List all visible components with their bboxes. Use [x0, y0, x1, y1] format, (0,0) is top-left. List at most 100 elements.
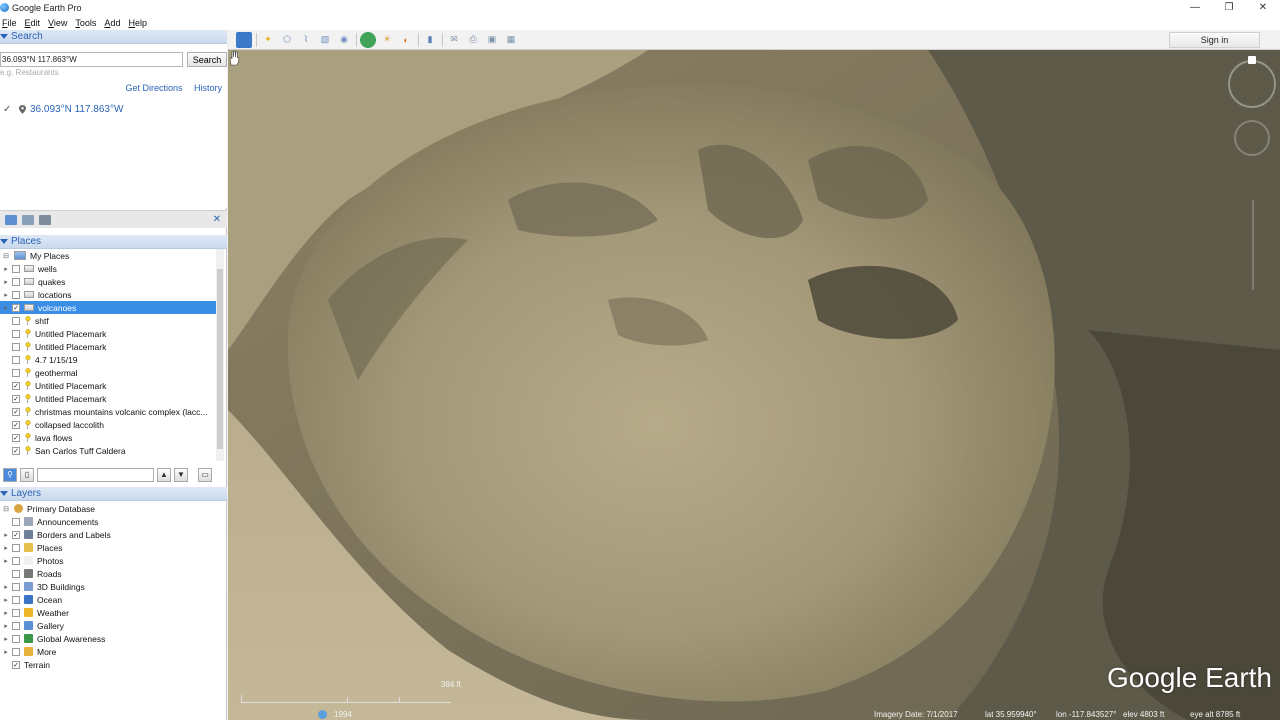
layers-row[interactable]: ▸ ✓ Borders and Labels: [0, 528, 227, 541]
layers-row[interactable]: Announcements: [0, 515, 227, 528]
save-image-icon[interactable]: ▣: [484, 32, 500, 48]
sunlight-icon[interactable]: ☀: [379, 32, 395, 48]
minimize-button[interactable]: —: [1178, 0, 1212, 15]
layer-checkbox[interactable]: [12, 556, 20, 565]
layer-checkbox[interactable]: ✓: [12, 530, 20, 539]
expand-icon[interactable]: ▸: [2, 609, 10, 617]
expand-icon[interactable]: ▸: [2, 583, 10, 591]
email-icon[interactable]: [5, 214, 17, 225]
places-row[interactable]: geothermal: [0, 366, 227, 379]
menu-edit[interactable]: Edit: [25, 18, 47, 28]
copy-icon[interactable]: [22, 214, 34, 225]
layers-row[interactable]: ▸ More: [0, 645, 227, 658]
visibility-checkbox[interactable]: ✓: [12, 433, 20, 442]
add-path-icon[interactable]: ⌇: [298, 32, 314, 48]
layer-checkbox[interactable]: [12, 634, 20, 643]
print-icon[interactable]: [39, 214, 51, 225]
image-overlay-icon[interactable]: ▧: [317, 32, 333, 48]
search-input[interactable]: [0, 52, 183, 67]
layers-row[interactable]: ▸ Gallery: [0, 619, 227, 632]
layer-checkbox[interactable]: [12, 621, 20, 630]
menu-add[interactable]: Add: [104, 18, 126, 28]
expand-icon[interactable]: ⊟: [2, 505, 10, 513]
places-row[interactable]: ▸ ✓ volcanoes: [0, 301, 216, 314]
map-view[interactable]: Google Earth 384 ft 1994 Imagery Date: 7…: [228, 50, 1280, 720]
add-polygon-icon[interactable]: ⬠: [279, 32, 295, 48]
layers-row[interactable]: ⊟ Primary Database: [0, 502, 227, 515]
close-window-button[interactable]: ✕: [1246, 0, 1280, 15]
layer-checkbox[interactable]: ✓: [12, 660, 20, 669]
visibility-checkbox[interactable]: [12, 342, 20, 351]
expand-icon[interactable]: ▸: [2, 278, 10, 286]
places-row[interactable]: ✓ christmas mountains volcanic complex (l…: [0, 405, 227, 418]
visibility-checkbox[interactable]: ✓: [12, 407, 20, 416]
places-row[interactable]: shtf: [0, 314, 227, 327]
email-toolbar-icon[interactable]: ✉: [446, 32, 462, 48]
expand-icon[interactable]: ▸: [2, 304, 10, 312]
visibility-checkbox[interactable]: [12, 329, 20, 338]
places-row[interactable]: ⊟ My Places: [0, 249, 227, 262]
places-row[interactable]: Untitled Placemark: [0, 327, 227, 340]
zoom-slider[interactable]: [1252, 200, 1254, 290]
visibility-checkbox[interactable]: [12, 368, 20, 377]
search-header[interactable]: Search: [0, 30, 227, 44]
layers-row[interactable]: Roads: [0, 567, 227, 580]
expand-icon[interactable]: ⊟: [2, 252, 10, 260]
expand-icon[interactable]: ▸: [2, 596, 10, 604]
layer-checkbox[interactable]: [12, 569, 20, 578]
search-button[interactable]: Search: [187, 52, 227, 67]
sign-in-button[interactable]: Sign in: [1169, 32, 1260, 48]
search-result[interactable]: ✓ 36.093°N 117.863°W: [0, 104, 227, 115]
places-row[interactable]: ▸ locations: [0, 288, 227, 301]
planets-icon[interactable]: ◐: [398, 32, 414, 48]
layers-header[interactable]: Layers: [0, 487, 227, 501]
places-row[interactable]: ✓ collapsed laccolith: [0, 418, 227, 431]
places-row[interactable]: ✓ Untitled Placemark: [0, 392, 227, 405]
places-row[interactable]: 4.7 1/15/19: [0, 353, 227, 366]
layers-row[interactable]: ▸ Places: [0, 541, 227, 554]
historical-imagery-icon[interactable]: [360, 31, 376, 48]
layers-row[interactable]: ▸ Weather: [0, 606, 227, 619]
record-tour-icon[interactable]: ◉: [336, 32, 352, 48]
restore-button[interactable]: ❐: [1212, 0, 1246, 15]
expand-icon[interactable]: ▸: [2, 635, 10, 643]
view-in-maps-icon[interactable]: ▦: [503, 32, 519, 48]
panel-toggle-icon[interactable]: ▯: [20, 468, 34, 482]
close-panel-icon[interactable]: ✕: [213, 214, 221, 225]
move-control-icon[interactable]: [1234, 120, 1270, 156]
layers-row[interactable]: ▸ Global Awareness: [0, 632, 227, 645]
menu-file[interactable]: File: [2, 18, 23, 28]
visibility-checkbox[interactable]: [12, 290, 20, 299]
expand-icon[interactable]: ▸: [2, 648, 10, 656]
visibility-checkbox[interactable]: ✓: [12, 381, 20, 390]
layer-checkbox[interactable]: [12, 608, 20, 617]
move-down-icon[interactable]: ▼: [174, 468, 188, 482]
places-row[interactable]: ▸ quakes: [0, 275, 227, 288]
layer-checkbox[interactable]: [12, 517, 20, 526]
visibility-checkbox[interactable]: [12, 264, 20, 273]
sidebar-toggle-icon[interactable]: [236, 31, 252, 48]
layers-row[interactable]: ▸ 3D Buildings: [0, 580, 227, 593]
expand-icon[interactable]: ▸: [2, 622, 10, 630]
expand-icon[interactable]: ▸: [2, 291, 10, 299]
places-header[interactable]: Places: [0, 235, 227, 249]
layers-row[interactable]: ▸ Ocean: [0, 593, 227, 606]
visibility-checkbox[interactable]: [12, 316, 20, 325]
expand-icon[interactable]: ▸: [2, 557, 10, 565]
search-places-icon[interactable]: ⚲: [3, 468, 17, 482]
layers-row[interactable]: ✓ Terrain: [0, 658, 227, 671]
places-row[interactable]: ✓ lava flows: [0, 431, 227, 444]
tour-icon[interactable]: ▭: [198, 468, 212, 482]
layer-checkbox[interactable]: [12, 647, 20, 656]
visibility-checkbox[interactable]: ✓: [12, 303, 20, 312]
move-up-icon[interactable]: ▲: [157, 468, 171, 482]
add-placemark-icon[interactable]: ✦: [260, 32, 276, 48]
menu-help[interactable]: Help: [128, 18, 153, 28]
history-link[interactable]: History: [194, 83, 222, 93]
visibility-checkbox[interactable]: ✓: [12, 394, 20, 403]
layer-checkbox[interactable]: [12, 595, 20, 604]
ruler-icon[interactable]: ▮: [422, 32, 438, 48]
menu-tools[interactable]: Tools: [75, 18, 102, 28]
places-filter-input[interactable]: [37, 468, 154, 482]
places-row[interactable]: Untitled Placemark: [0, 340, 227, 353]
